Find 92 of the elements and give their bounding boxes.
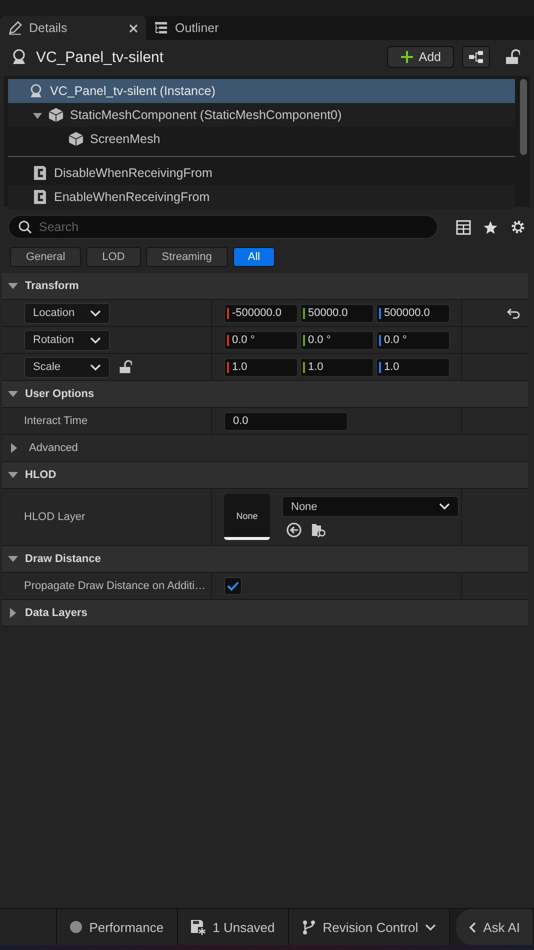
section-title: HLOD <box>25 469 56 481</box>
expand-arrow-icon <box>8 389 18 399</box>
tab-label: Details <box>29 21 68 35</box>
expand-arrow-icon <box>8 554 18 564</box>
save-icon <box>190 920 206 934</box>
plus-icon <box>400 50 414 64</box>
asset-dropdown[interactable]: None <box>282 496 459 517</box>
tree-item-label: VC_Panel_tv-silent (Instance) <box>50 84 216 98</box>
number-field[interactable]: -500000.0 <box>224 304 298 322</box>
blueprint-button[interactable] <box>462 46 490 68</box>
number-field[interactable]: 1.0 <box>300 358 374 376</box>
settings-icon[interactable] <box>510 219 526 235</box>
branch-icon <box>302 920 316 934</box>
tree-item-label: DisableWhenReceivingFrom <box>54 166 212 180</box>
hierarchy-icon <box>468 51 484 63</box>
section-title: Draw Distance <box>25 553 101 565</box>
section-header[interactable]: HLOD <box>2 462 528 489</box>
close-icon[interactable] <box>129 24 138 32</box>
chevron-icon <box>469 922 476 932</box>
property-label: HLOD Layer <box>24 511 86 523</box>
status-button[interactable]: Performance <box>57 909 178 945</box>
reset-arrow-icon[interactable] <box>507 308 520 318</box>
subgroup-title: Advanced <box>29 442 78 454</box>
asset-thumbnail[interactable]: None <box>224 494 270 540</box>
caret-icon <box>425 924 436 930</box>
tree-item[interactable]: VC_Panel_tv-silent (Instance) <box>8 79 515 103</box>
padlock-icon[interactable] <box>118 360 132 374</box>
section-header[interactable]: Draw Distance <box>2 546 528 573</box>
circle-icon <box>70 921 82 933</box>
section-title: Data Layers <box>25 607 88 619</box>
expand-arrow-icon <box>8 281 18 291</box>
expand-arrow-icon <box>8 608 18 618</box>
number-field[interactable]: 50000.0 <box>300 304 374 322</box>
expand-arrow-icon <box>9 443 19 453</box>
expand-arrow-icon <box>8 470 18 480</box>
property-label: Interact Time <box>24 415 88 427</box>
number-field[interactable]: 0.0 <box>224 412 348 430</box>
section-header[interactable]: User Options <box>2 381 528 408</box>
section-title: Transform <box>25 280 79 292</box>
browse-folder-icon[interactable] <box>311 522 327 538</box>
filter-button[interactable]: General <box>10 247 82 267</box>
tree-item[interactable]: EnableWhenReceivingFrom <box>8 185 515 209</box>
tab-label: Outliner <box>175 21 219 35</box>
mode-dropdown[interactable]: Scale <box>24 356 110 378</box>
status-button[interactable]: 1 Unsaved <box>178 909 289 945</box>
mode-dropdown[interactable]: Rotation <box>24 330 110 350</box>
search-icon <box>18 220 32 234</box>
add-button[interactable]: Add <box>386 46 454 68</box>
tree-item-label: EnableWhenReceivingFrom <box>54 190 210 204</box>
number-field[interactable]: 500000.0 <box>376 304 450 322</box>
script-icon <box>32 189 48 205</box>
section-title: User Options <box>25 388 94 400</box>
filter-button[interactable]: LOD <box>86 247 141 267</box>
list-icon <box>154 21 168 35</box>
padlock-icon[interactable] <box>504 49 520 65</box>
use-selected-icon[interactable] <box>286 522 302 538</box>
pencil-icon <box>8 21 22 35</box>
table-icon[interactable] <box>456 220 471 234</box>
script-icon <box>32 165 48 181</box>
subgroup-header[interactable]: Advanced <box>2 435 528 462</box>
panel-tab[interactable]: Outliner <box>146 16 292 40</box>
panel-tab[interactable]: Details <box>0 16 146 40</box>
chevron-down-icon <box>439 503 450 510</box>
chevron-down-icon <box>90 336 101 344</box>
status-button[interactable]: Ask AI <box>456 909 534 945</box>
section-header[interactable]: Transform <box>2 273 528 300</box>
number-field[interactable]: 0.0 ° <box>376 330 450 350</box>
mode-dropdown[interactable]: Location <box>24 302 110 324</box>
status-button[interactable]: Revision Control <box>288 909 450 945</box>
chevron-down-icon <box>90 364 101 370</box>
expand-arrow-icon[interactable] <box>32 110 42 120</box>
scrollbar[interactable] <box>520 79 527 155</box>
cube-icon <box>48 107 64 123</box>
number-field[interactable]: 1.0 <box>376 358 450 376</box>
cube-icon <box>68 131 84 147</box>
filter-button[interactable]: Streaming <box>146 247 228 267</box>
actor-icon <box>28 83 44 99</box>
tree-item-label: StaticMeshComponent (StaticMeshComponent0) <box>70 108 342 122</box>
section-header[interactable]: Data Layers <box>2 600 528 627</box>
chevron-down-icon <box>90 310 101 316</box>
actor-name: VC_Panel_tv-silent <box>36 48 164 66</box>
checkbox[interactable] <box>224 577 242 595</box>
number-field[interactable]: 0.0 ° <box>300 330 374 350</box>
actor-icon <box>10 48 28 66</box>
star-icon[interactable] <box>483 220 498 234</box>
property-label: Propagate Draw Distance on Additi… <box>24 580 206 592</box>
number-field[interactable]: 1.0 <box>224 358 298 376</box>
number-field[interactable]: 0.0 ° <box>224 330 298 350</box>
tree-item[interactable]: StaticMeshComponent (StaticMeshComponent0) <box>8 103 515 127</box>
tree-item-label: ScreenMesh <box>90 132 160 146</box>
filter-button[interactable]: All <box>232 247 276 267</box>
search-field[interactable]: Search <box>8 215 438 239</box>
